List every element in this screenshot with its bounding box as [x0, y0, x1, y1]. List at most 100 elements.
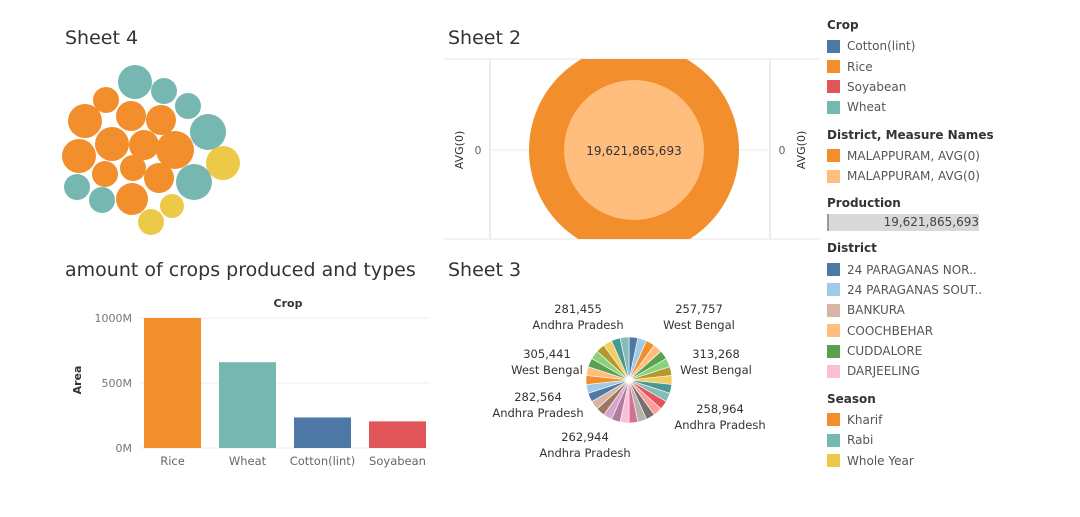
legend-swatch: [827, 413, 840, 427]
crop-legend-item[interactable]: Wheat: [827, 97, 1077, 117]
legend-label: Rabi: [847, 433, 874, 448]
legend-label: Soyabean: [847, 79, 907, 94]
bubble-kharif[interactable]: [95, 127, 129, 161]
district-legend-item[interactable]: DARJEELING: [827, 361, 1077, 381]
center-value-label: 19,621,865,693: [586, 144, 681, 158]
bar-y-tick-label: 0M: [116, 442, 133, 455]
legend-label: DARJEELING: [847, 364, 920, 379]
bar-category-label: Wheat: [229, 454, 267, 468]
legend-label: Rice: [847, 59, 873, 74]
season-legend-title: Season: [827, 391, 876, 406]
pie-value-label: 262,944: [561, 430, 609, 444]
legend-label: Cotton(lint): [847, 39, 916, 54]
bar-chart-title: amount of crops produced and types: [65, 259, 416, 281]
legend-swatch: [827, 364, 840, 378]
legend-label: MALAPPURAM, AVG(0): [847, 169, 980, 184]
legend-label: BANKURA: [847, 303, 905, 318]
production-value-bar[interactable]: 19,621,865,693: [827, 214, 979, 232]
district-measure-legend: District, Measure Names MALAPPURAM, AVG(…: [827, 128, 1077, 187]
bubble-rabi[interactable]: [190, 114, 226, 150]
bubble-kharif[interactable]: [120, 155, 146, 181]
bar-cotton-lint-[interactable]: [294, 417, 351, 448]
legend-swatch: [827, 454, 840, 468]
legend-swatch: [827, 39, 840, 53]
bar-y-axis-label: Area: [71, 366, 84, 395]
bubble-chart-svg: [62, 65, 240, 235]
bar-rice[interactable]: [144, 318, 201, 448]
pie-value-label: 313,268: [692, 347, 740, 361]
pie-value-label: 257,757: [675, 302, 723, 316]
circle-chart-svg: 19,621,865,693 0 0 AVG(0) AVG(0): [444, 58, 820, 240]
bubble-kharif[interactable]: [116, 101, 146, 131]
sheet4-bubble-chart: [55, 60, 255, 240]
bar-soyabean[interactable]: [369, 421, 426, 448]
bubble-kharif[interactable]: [146, 105, 176, 135]
legend-label: Kharif: [847, 412, 883, 427]
legend-swatch: [827, 324, 840, 338]
bubble-rabi[interactable]: [89, 187, 115, 213]
bar-wheat[interactable]: [219, 362, 276, 448]
legend-label: Whole Year: [847, 453, 914, 468]
pie-state-label: Andhra Pradesh: [532, 318, 623, 332]
season-legend-item[interactable]: Whole Year: [827, 450, 1077, 470]
right-axis-tick: 0: [779, 144, 786, 157]
district-legend-item[interactable]: 24 PARAGANAS NOR..: [827, 259, 1077, 279]
pie-value-label: 281,455: [554, 302, 602, 316]
bubble-kharif[interactable]: [92, 161, 118, 187]
pie-state-label: Andhra Pradesh: [492, 406, 583, 420]
legend-swatch: [827, 100, 840, 114]
bubble-whole-year[interactable]: [138, 209, 164, 235]
pie-state-label: Andhra Pradesh: [674, 418, 765, 432]
bar-chart-svg: Crop Area 1000M 500M 0M Rice Wheat Cotton(li…: [71, 297, 430, 468]
legend-swatch: [827, 263, 840, 277]
legend-swatch: [827, 149, 840, 163]
bar-category-label: Cotton(lint): [290, 454, 356, 468]
bubble-rabi[interactable]: [64, 174, 90, 200]
bubble-whole-year[interactable]: [160, 194, 184, 218]
bubble-kharif[interactable]: [116, 183, 148, 215]
production-legend: Production 19,621,865,693: [827, 196, 1077, 232]
bubble-kharif[interactable]: [144, 163, 174, 193]
pie-chart-svg: 281,455 Andhra Pradesh 257,757 West Bengal 3…: [492, 302, 765, 460]
crop-legend-title: Crop: [827, 18, 859, 32]
district-legend-item[interactable]: 24 PARAGANAS SOUT..: [827, 280, 1077, 300]
pie-value-label: 282,564: [514, 390, 562, 404]
district-measure-legend-item[interactable]: MALAPPURAM, AVG(0): [827, 166, 1077, 186]
season-legend-item[interactable]: Kharif: [827, 410, 1077, 430]
sheet2-title: Sheet 2: [448, 27, 522, 49]
district-legend-item[interactable]: COOCHBEHAR: [827, 321, 1077, 341]
production-legend-title: Production: [827, 196, 901, 211]
bubble-rabi[interactable]: [151, 78, 177, 104]
crop-legend-item[interactable]: Cotton(lint): [827, 36, 1077, 56]
pie-value-label: 258,964: [696, 402, 744, 416]
pie-value-label: 305,441: [523, 347, 571, 361]
bubble-kharif[interactable]: [68, 104, 102, 138]
season-legend-item[interactable]: Rabi: [827, 430, 1077, 450]
bubble-rabi[interactable]: [176, 164, 212, 200]
crop-legend-item[interactable]: Soyabean: [827, 77, 1077, 97]
legend-label: 24 PARAGANAS NOR..: [847, 262, 977, 277]
bar-y-tick-label: 500M: [102, 377, 133, 390]
sheet4-title: Sheet 4: [65, 27, 139, 49]
legend-swatch: [827, 80, 840, 94]
bubble-rabi[interactable]: [175, 93, 201, 119]
sheet3-title: Sheet 3: [448, 259, 522, 281]
district-measure-legend-item[interactable]: MALAPPURAM, AVG(0): [827, 146, 1077, 166]
left-axis-label: AVG(0): [453, 131, 466, 169]
bubble-kharif[interactable]: [62, 139, 96, 173]
district-legend-item[interactable]: BANKURA: [827, 300, 1077, 320]
bar-column-header: Crop: [274, 297, 303, 310]
sheet2-circle-chart: 19,621,865,693 0 0 AVG(0) AVG(0): [444, 58, 820, 242]
legend-swatch: [827, 344, 840, 358]
legend-panel: Crop Cotton(lint) Rice Soyabean Wheat Distr…: [827, 18, 1077, 481]
district-legend-item[interactable]: CUDDALORE: [827, 341, 1077, 361]
bubble-whole-year[interactable]: [206, 146, 240, 180]
crop-bar-chart: Crop Area 1000M 500M 0M Rice Wheat Cotton(li…: [60, 290, 440, 480]
district-legend: District 24 PARAGANAS NOR.. 24 PARAGANAS …: [827, 241, 1077, 381]
pie-state-label: West Bengal: [680, 363, 752, 377]
crop-legend-item[interactable]: Rice: [827, 56, 1077, 76]
legend-swatch: [827, 169, 840, 183]
pie-state-label: West Bengal: [511, 363, 583, 377]
bubble-rabi[interactable]: [118, 65, 152, 99]
season-legend: Season Kharif Rabi Whole Year: [827, 392, 1077, 471]
